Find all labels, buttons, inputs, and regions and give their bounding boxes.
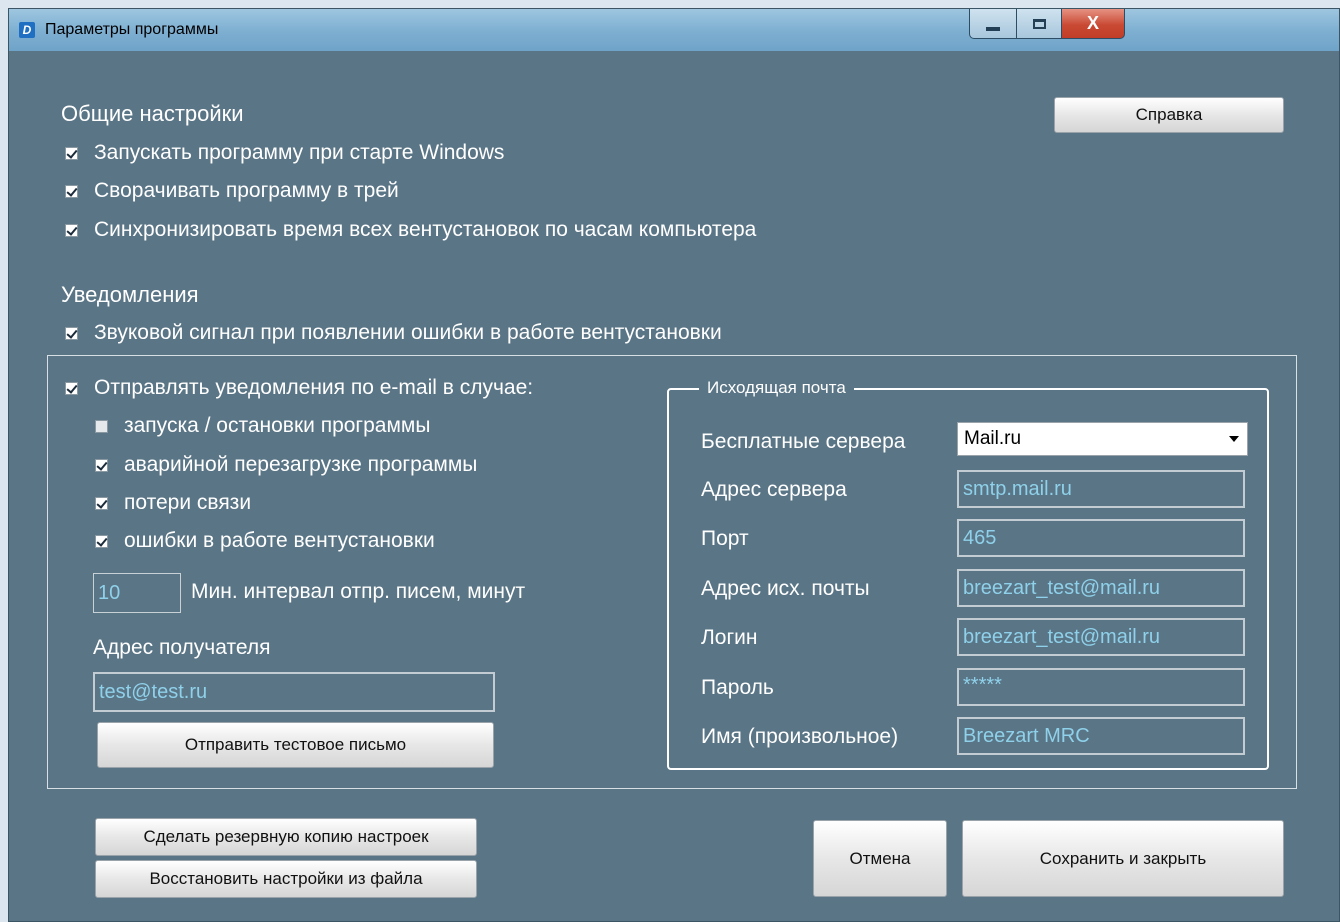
server-label: Адрес сервера — [701, 478, 847, 501]
checkbox-connection-loss[interactable] — [95, 496, 108, 510]
title-bar[interactable]: D Параметры программы X — [9, 9, 1339, 51]
from-address-input[interactable]: breezart_test@mail.ru — [957, 569, 1245, 607]
checkbox-tray[interactable] — [65, 184, 78, 198]
app-icon: D — [19, 22, 35, 38]
checkbox-crash-restart[interactable] — [95, 458, 108, 472]
option-sync-time[interactable]: Синхронизировать время всех вентустаново… — [65, 218, 756, 242]
outgoing-mail-legend: Исходящая почта — [699, 378, 854, 398]
window-title: Параметры программы — [45, 21, 219, 38]
option-tray-label: Сворачивать программу в трей — [94, 179, 399, 202]
interval-label: Мин. интервал отпр. писем, минут — [191, 580, 526, 603]
minimize-button[interactable] — [969, 9, 1017, 39]
login-label: Логин — [701, 626, 758, 649]
case-crash-restart[interactable]: аварийной перезагрузке программы — [95, 453, 477, 477]
interval-input[interactable]: 10 — [93, 573, 181, 613]
close-button[interactable]: X — [1061, 9, 1125, 39]
general-heading: Общие настройки — [61, 101, 244, 126]
port-label: Порт — [701, 527, 749, 550]
checkbox-start-stop[interactable] — [95, 419, 108, 433]
option-autostart[interactable]: Запускать программу при старте Windows — [65, 141, 504, 165]
option-sound-label: Звуковой сигнал при появлении ошибки в р… — [94, 321, 722, 344]
password-label: Пароль — [701, 676, 774, 699]
case-start-stop-label: запуска / остановки программы — [124, 414, 431, 437]
case-connection-loss[interactable]: потери связи — [95, 491, 251, 515]
checkbox-email[interactable] — [65, 381, 78, 395]
maximize-button[interactable] — [1016, 9, 1062, 39]
case-crash-restart-label: аварийной перезагрузке программы — [124, 453, 478, 476]
option-sound[interactable]: Звуковой сигнал при появлении ошибки в р… — [65, 321, 722, 345]
checkbox-sound[interactable] — [65, 326, 78, 340]
send-test-email-button[interactable]: Отправить тестовое письмо — [97, 722, 494, 768]
option-email-label: Отправлять уведомления по e-mail в случа… — [94, 376, 534, 399]
recipient-input[interactable]: test@test.ru — [93, 672, 495, 712]
case-start-stop[interactable]: запуска / остановки программы — [95, 414, 430, 438]
checkbox-sync-time[interactable] — [65, 223, 78, 237]
checkbox-unit-error[interactable] — [95, 534, 108, 548]
password-input[interactable]: ***** — [957, 668, 1245, 706]
option-email[interactable]: Отправлять уведомления по e-mail в случа… — [65, 376, 533, 400]
option-autostart-label: Запускать программу при старте Windows — [94, 141, 505, 164]
close-icon: X — [1086, 13, 1099, 33]
case-unit-error-label: ошибки в работе вентустановки — [124, 529, 435, 552]
cancel-button[interactable]: Отмена — [813, 820, 947, 897]
port-input[interactable]: 465 — [957, 519, 1245, 557]
option-tray[interactable]: Сворачивать программу в трей — [65, 179, 399, 203]
chevron-down-icon — [1229, 436, 1239, 442]
server-input[interactable]: smtp.mail.ru — [957, 470, 1245, 508]
checkbox-autostart[interactable] — [65, 146, 78, 160]
restore-settings-button[interactable]: Восстановить настройки из файла — [95, 860, 477, 898]
backup-settings-button[interactable]: Сделать резервную копию настроек — [95, 818, 477, 856]
login-input[interactable]: breezart_test@mail.ru — [957, 618, 1245, 656]
case-connection-loss-label: потери связи — [124, 491, 252, 514]
minimize-icon — [986, 26, 1000, 31]
option-sync-time-label: Синхронизировать время всех вентустаново… — [94, 218, 757, 241]
recipient-label: Адрес получателя — [93, 636, 271, 659]
from-address-label: Адрес исх. почты — [701, 577, 870, 600]
settings-window: D Параметры программы X Общие настройки … — [8, 8, 1340, 922]
free-servers-label: Бесплатные сервера — [701, 430, 906, 453]
maximize-icon — [1032, 18, 1046, 29]
notifications-heading: Уведомления — [61, 282, 199, 307]
case-unit-error[interactable]: ошибки в работе вентустановки — [95, 529, 435, 553]
save-and-close-button[interactable]: Сохранить и закрыть — [962, 820, 1284, 897]
sender-name-label: Имя (произвольное) — [701, 725, 899, 748]
free-servers-value: Mail.ru — [964, 428, 1022, 449]
free-servers-select[interactable]: Mail.ru — [957, 422, 1248, 456]
sender-name-input[interactable]: Breezart MRC — [957, 717, 1245, 755]
help-button[interactable]: Справка — [1054, 97, 1284, 133]
